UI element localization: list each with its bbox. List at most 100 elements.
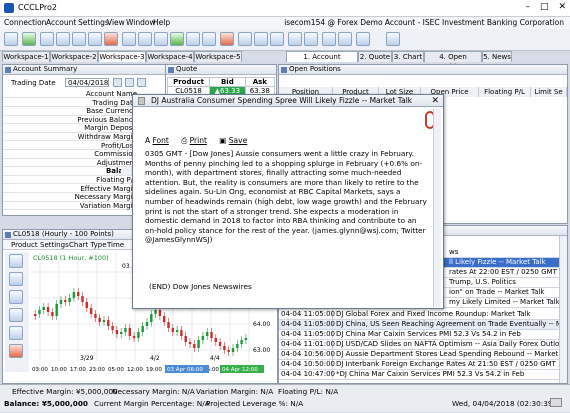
refresh-icon[interactable]: [125, 78, 134, 87]
time-axis-label: 10:00: [51, 367, 67, 373]
delete-icon[interactable]: [9, 344, 23, 358]
history-icon[interactable]: [154, 32, 168, 46]
search-icon[interactable]: [113, 78, 122, 87]
tab-news[interactable]: 5. News: [482, 51, 512, 62]
crosshair-icon[interactable]: [9, 272, 23, 286]
trading-date-field[interactable]: 04/04/2018: [65, 78, 109, 87]
candle: [145, 322, 149, 326]
news-headline: DJ Interbank Foreign Exchange Rates At 2…: [336, 360, 556, 368]
close-icon[interactable]: ✕: [558, 2, 566, 12]
chart-menu-time[interactable]: Time: [107, 241, 124, 249]
table-icon[interactable]: [56, 32, 70, 46]
menu-settings[interactable]: Settings: [78, 18, 109, 27]
zoom-out-icon[interactable]: [9, 326, 23, 340]
news-row[interactable]: 04-04 11:01:00 DJ USD/CAD Slides on NAFTA…: [279, 340, 567, 350]
candle: [51, 312, 54, 316]
trend-icon[interactable]: [220, 32, 234, 46]
grid-icon[interactable]: [72, 32, 86, 46]
chart-menu-settings[interactable]: Settings: [40, 241, 69, 249]
print-icon[interactable]: [322, 32, 336, 46]
list-icon[interactable]: [40, 32, 54, 46]
news-time: 04-04 11:01:00: [281, 340, 336, 349]
x-tick-label: 4/2: [150, 355, 160, 362]
deposit-icon[interactable]: [170, 32, 184, 46]
col-limit-se[interactable]: Limit Se: [531, 87, 567, 97]
font-button[interactable]: A Font: [145, 136, 169, 145]
status-balance: Balance: ¥5,000,000: [4, 399, 88, 408]
news-headline: *DJ China Mar Caixin Services PMI 52.3 V…: [336, 370, 525, 378]
time-axis-label: 23:00: [89, 367, 105, 373]
account-row-label: Floating P/L: [96, 176, 137, 184]
menu-help[interactable]: Help: [153, 18, 170, 27]
calculator-icon[interactable]: [270, 32, 284, 46]
news-headline: DJ USD/CAD Slides on NAFTA Optimism -- A…: [336, 340, 567, 348]
help-icon[interactable]: [356, 32, 370, 46]
chart-menu-chart-type[interactable]: Chart Type: [69, 241, 107, 249]
positions-icon[interactable]: [138, 32, 152, 46]
menu-account[interactable]: Account: [46, 18, 76, 27]
news-row[interactable]: 04-04 10:47:00 *DJ China Mar Caixin Servi…: [279, 370, 567, 380]
candle: [38, 310, 41, 314]
minimize-icon[interactable]: –: [525, 2, 530, 12]
maximize-icon[interactable]: □: [540, 2, 549, 12]
quote-col-bid[interactable]: Bid: [209, 77, 246, 87]
tab-workspace-2[interactable]: Workspace-2: [50, 51, 98, 62]
account-summary-header: Account Summary: [3, 65, 165, 75]
news-row[interactable]: 04-04 11:05:00 DJ China Mar Caixin Servic…: [279, 330, 567, 340]
news-headline: DJ Global Forex and Fixed Income Roundup…: [336, 310, 531, 318]
menu-view[interactable]: View: [107, 18, 125, 27]
quote-col-product[interactable]: Product: [166, 77, 211, 87]
menu-window[interactable]: Window: [126, 18, 156, 27]
news-row[interactable]: 04-04 11:05:00 DJ China, US Seen Reaching…: [279, 320, 567, 330]
print-icon[interactable]: [137, 78, 146, 87]
tab-open-positions[interactable]: 4. Open Positions: [424, 51, 482, 71]
report-icon[interactable]: [186, 32, 200, 46]
tab-workspace-1[interactable]: Workspace-1: [2, 51, 50, 62]
popup-close-icon[interactable]: ✕: [431, 95, 439, 107]
candle: [223, 346, 226, 350]
candle: [81, 296, 84, 302]
quote-col-ask[interactable]: Ask: [244, 77, 276, 87]
font-label: Font: [152, 136, 169, 145]
news-row[interactable]: 04-04 11:05:00 DJ Global Forex and Fixed …: [279, 310, 567, 320]
menu-connection[interactable]: Connection: [4, 18, 46, 27]
tab-chart[interactable]: 3. Chart: [392, 51, 424, 62]
candle: [167, 322, 170, 328]
tab-workspace-5[interactable]: Workspace-5: [194, 51, 242, 62]
news-row[interactable]: 04-04 10:50:00 DJ Interbank Foreign Excha…: [279, 360, 567, 370]
statement-icon[interactable]: [202, 32, 216, 46]
zoom-in-icon[interactable]: [9, 308, 23, 322]
calendar-icon[interactable]: [88, 32, 102, 46]
tab-workspace-4[interactable]: Workspace-4: [146, 51, 194, 62]
time-axis-label: 17:00: [70, 367, 86, 373]
news-scrollbar[interactable]: [559, 236, 567, 383]
news-row[interactable]: 04-04 10:56:00 DJ Aussie Department Store…: [279, 350, 567, 360]
tab-account-summary[interactable]: 1. Account Summary: [286, 51, 358, 71]
quote-icon[interactable]: [22, 32, 36, 46]
connect-icon[interactable]: [4, 32, 18, 46]
cursor-icon[interactable]: [9, 254, 23, 268]
settings-icon[interactable]: [338, 32, 352, 46]
status-current-margin: Current Margin Percentage: N/A: [94, 399, 210, 408]
candle: [59, 300, 63, 304]
exit-icon[interactable]: [386, 32, 400, 46]
chart-icon[interactable]: [104, 32, 118, 46]
save-button[interactable]: ▣ Save: [219, 136, 247, 145]
popup-scrollbar[interactable]: [433, 109, 441, 307]
account-row-label: Previous Balance: [77, 115, 137, 124]
orders-icon[interactable]: [122, 32, 136, 46]
tab-quote[interactable]: 2. Quote: [358, 51, 392, 62]
candle: [218, 342, 222, 346]
print-button[interactable]: ⎙ Print: [181, 136, 207, 145]
news-headline: ion" on Trade -- Market Talk: [449, 288, 545, 296]
trendline-icon[interactable]: [9, 290, 23, 304]
lock-icon[interactable]: [304, 32, 318, 46]
tab-workspace-3[interactable]: Workspace-3: [98, 51, 146, 62]
chart-menu-product[interactable]: Product: [11, 241, 38, 249]
candle: [68, 298, 71, 302]
alert-icon[interactable]: [254, 32, 268, 46]
candle: [141, 326, 144, 332]
window-icon[interactable]: [288, 32, 302, 46]
news-icon[interactable]: [238, 32, 252, 46]
col-floating-pl[interactable]: Floating P/L: [479, 87, 531, 97]
